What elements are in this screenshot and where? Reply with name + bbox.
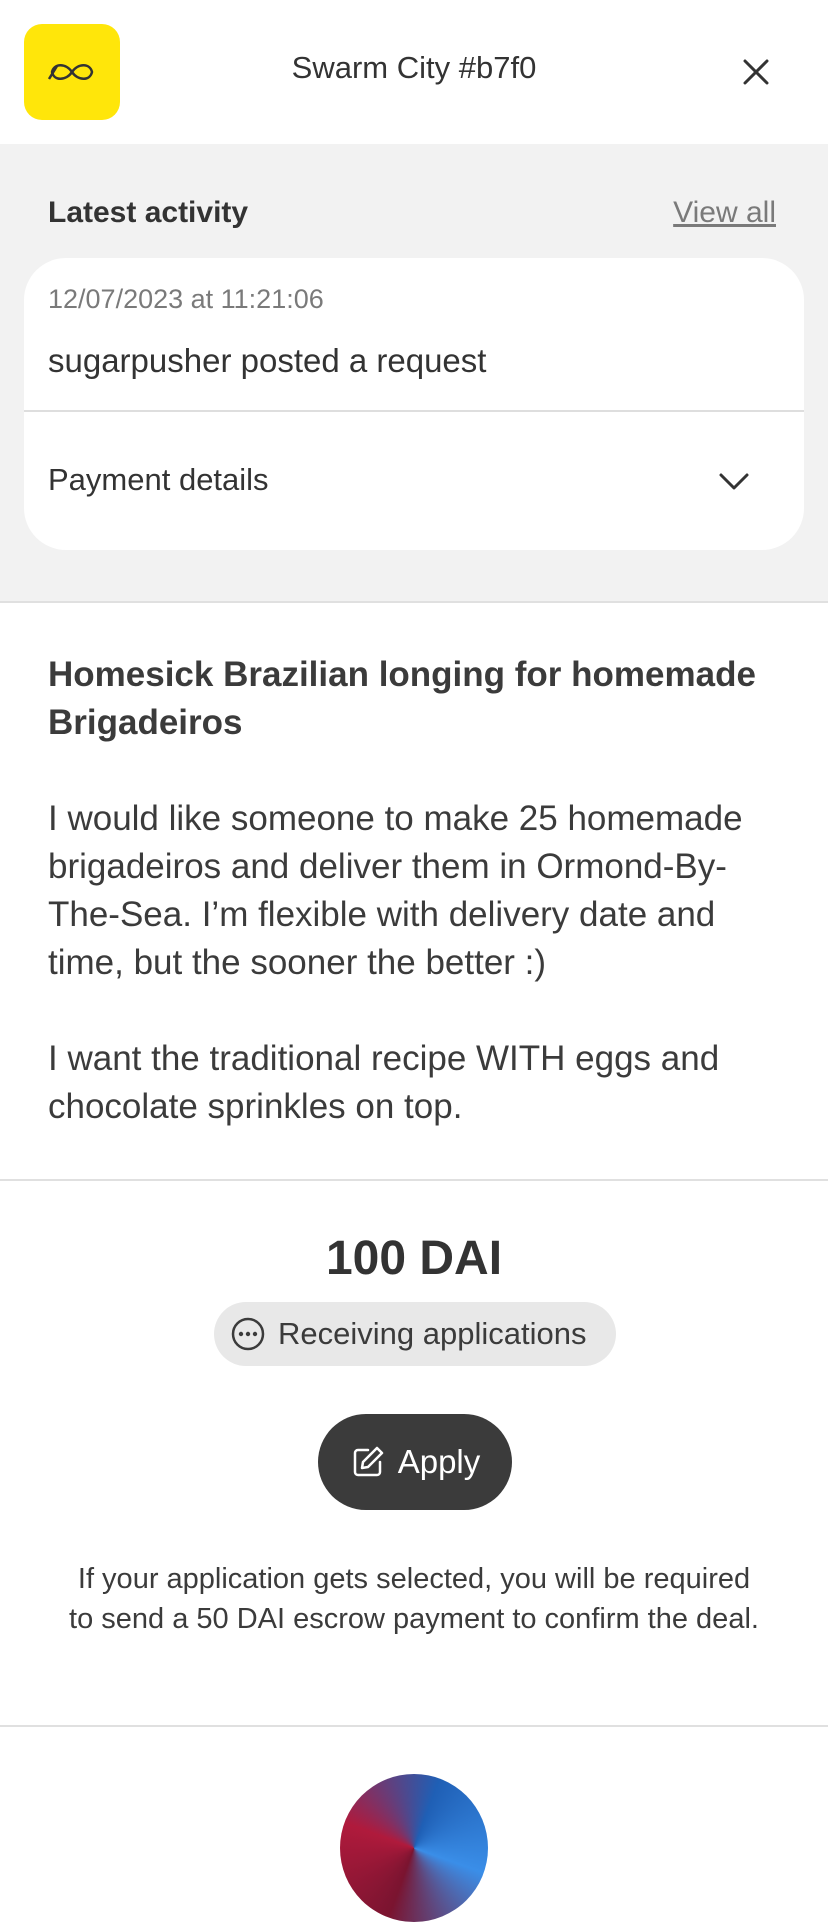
apply-button[interactable]: Apply <box>318 1414 512 1510</box>
close-button[interactable] <box>736 52 776 92</box>
top-bar: Swarm City #b7f0 <box>0 0 828 144</box>
escrow-note: If your application gets selected, you w… <box>69 1563 759 1635</box>
activity-event: sugarpusher posted a request <box>48 342 487 379</box>
view-all-link[interactable]: View all <box>673 196 776 230</box>
status-label: Receiving applications <box>278 1316 587 1351</box>
more-dots-icon <box>231 1317 265 1351</box>
latest-activity-section: Latest activity View all 12/07/2023 at 1… <box>0 144 828 603</box>
request-paragraph: I want the traditional recipe WITH eggs … <box>48 1039 720 1126</box>
reward-amount: 100 DAI <box>325 1232 503 1285</box>
request-section: Homesick Brazilian longing for homemade … <box>0 603 828 1181</box>
latest-activity-heading: Latest activity <box>48 196 249 229</box>
activity-card: 12/07/2023 at 11:21:06 sugarpusher poste… <box>24 258 804 550</box>
avatar[interactable] <box>340 1774 488 1922</box>
request-title: Homesick Brazilian longing for homemade … <box>48 655 756 742</box>
request-paragraph: I would like someone to make 25 homemade… <box>48 799 743 982</box>
close-icon <box>743 59 769 85</box>
payment-details-label: Payment details <box>48 462 269 497</box>
apply-label: Apply <box>397 1443 481 1480</box>
request-description: I would like someone to make 25 homemade… <box>48 795 788 1131</box>
activity-timestamp: 12/07/2023 at 11:21:06 <box>48 284 324 314</box>
page-title: Swarm City #b7f0 <box>291 50 537 85</box>
status-badge: Receiving applications <box>214 1302 616 1366</box>
payment-details-toggle[interactable]: Payment details <box>24 412 804 550</box>
reward-section: 100 DAI Receiving applications Apply If … <box>0 1181 828 1727</box>
chevron-down-icon <box>714 462 754 502</box>
edit-icon <box>353 1446 383 1477</box>
